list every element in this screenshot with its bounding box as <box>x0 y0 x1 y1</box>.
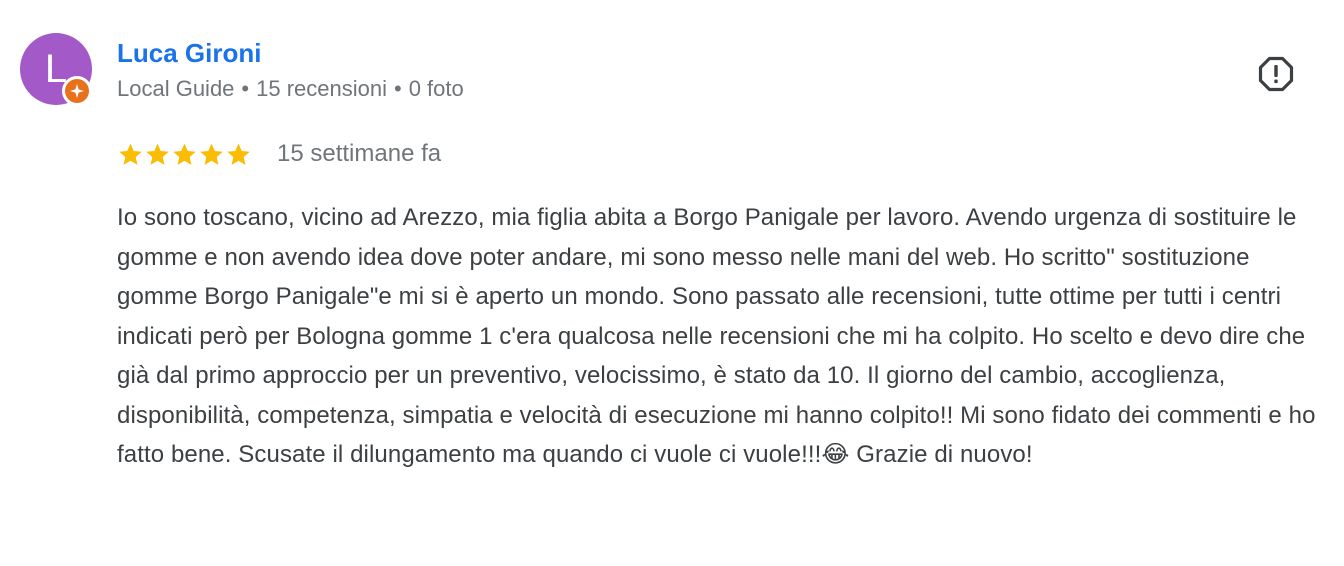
review-text: Io sono toscano, vicino ad Arezzo, mia f… <box>117 204 1316 468</box>
star-icon <box>200 143 223 165</box>
star-icon <box>146 143 169 165</box>
reviewer-role: Local Guide <box>117 76 235 101</box>
review-date: 15 settimane fa <box>277 140 442 167</box>
photos-count: 0 foto <box>408 76 464 101</box>
report-flag-icon <box>1258 56 1294 92</box>
report-review-button[interactable] <box>1256 54 1296 94</box>
meta-separator: • <box>241 76 250 101</box>
reviewer-name[interactable]: Luca Gironi <box>117 38 261 68</box>
reviews-count: 15 recensioni <box>256 76 387 101</box>
review-card: L Luca Gironi Local Guide • 15 recensioni •… <box>0 0 1344 566</box>
rating-row: 15 settimane fa <box>117 138 441 170</box>
local-guide-badge <box>62 76 92 106</box>
star-icon <box>227 143 250 165</box>
reviewer-meta: Local Guide • 15 recensioni • 0 foto <box>117 76 464 102</box>
star-icon <box>173 143 196 165</box>
meta-separator: • <box>394 76 402 101</box>
local-guide-star-icon <box>65 79 89 103</box>
star-rating <box>117 141 252 168</box>
star-icon <box>119 143 142 165</box>
